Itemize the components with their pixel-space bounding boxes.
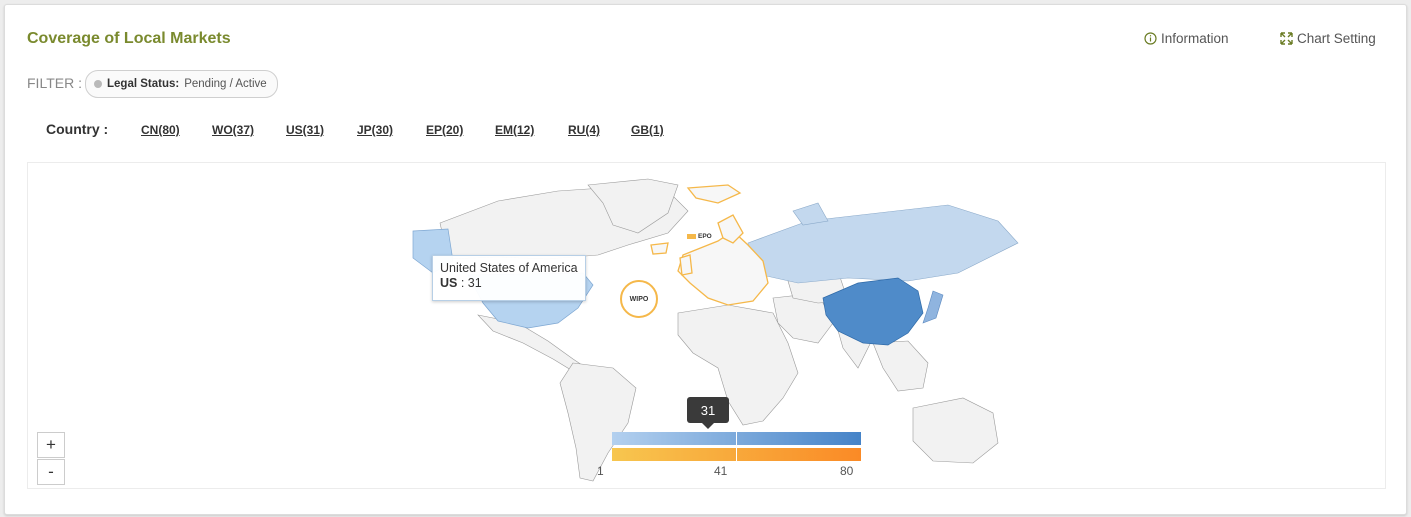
wipo-label: WIPO bbox=[629, 295, 649, 303]
country-link-ep[interactable]: EP(20) bbox=[426, 123, 463, 137]
country-link-ru[interactable]: RU(4) bbox=[568, 123, 600, 137]
map-tooltip: United States of America US : 31 bbox=[432, 255, 586, 301]
coverage-card: Coverage of Local Markets Information Ch… bbox=[4, 4, 1407, 515]
region-novaya-zemlya bbox=[792, 202, 829, 226]
legend-min: 1 bbox=[597, 464, 604, 478]
country-link-em[interactable]: EM(12) bbox=[495, 123, 534, 137]
tooltip-country-name: United States of America bbox=[440, 261, 578, 275]
epo-label: EPO bbox=[698, 233, 712, 240]
epo-swatch-icon bbox=[687, 234, 696, 239]
filter-key: Legal Status: bbox=[107, 78, 180, 90]
wipo-marker[interactable]: WIPO bbox=[620, 280, 658, 318]
country-label: Country : bbox=[46, 121, 109, 137]
region-svalbard bbox=[686, 184, 742, 204]
legend-max: 80 bbox=[840, 464, 854, 478]
legend-mid: 41 bbox=[714, 464, 728, 478]
zoom-out-button[interactable]: - bbox=[37, 459, 65, 485]
country-link-jp[interactable]: JP(30) bbox=[357, 123, 393, 137]
country-link-cn[interactable]: CN(80) bbox=[141, 123, 180, 137]
region-japan bbox=[922, 290, 944, 324]
tooltip-code: US bbox=[440, 276, 458, 290]
expand-icon bbox=[1280, 32, 1293, 45]
country-link-wo[interactable]: WO(37) bbox=[212, 123, 254, 137]
legal-status-filter[interactable]: Legal Status: Pending / Active bbox=[85, 70, 278, 98]
country-link-gb[interactable]: GB(1) bbox=[631, 123, 664, 137]
region-iceland bbox=[650, 242, 669, 255]
region-uk bbox=[679, 254, 693, 276]
info-icon bbox=[1144, 32, 1157, 45]
legend-divider bbox=[736, 432, 737, 461]
tooltip-value: : 31 bbox=[460, 276, 482, 290]
information-label: Information bbox=[1161, 31, 1229, 46]
information-button[interactable]: Information bbox=[1144, 31, 1229, 46]
chart-setting-label: Chart Setting bbox=[1297, 31, 1376, 46]
epo-marker[interactable]: EPO bbox=[687, 233, 712, 240]
region-southeast-asia bbox=[872, 340, 929, 392]
legend-marker: 31 bbox=[687, 397, 729, 429]
chart-setting-button[interactable]: Chart Setting bbox=[1280, 31, 1376, 46]
region-russia bbox=[747, 204, 1019, 284]
zoom-in-button[interactable]: + bbox=[37, 432, 65, 458]
tooltip-value-row: US : 31 bbox=[440, 276, 585, 291]
filter-label: FILTER : bbox=[27, 75, 82, 91]
world-map[interactable]: EPO WIPO United States of America US : 3… bbox=[27, 162, 1386, 489]
filter-value: Pending / Active bbox=[184, 78, 267, 90]
country-link-us[interactable]: US(31) bbox=[286, 123, 324, 137]
region-australia bbox=[912, 397, 999, 464]
card-title: Coverage of Local Markets bbox=[27, 30, 231, 47]
status-dot-icon bbox=[94, 80, 102, 88]
